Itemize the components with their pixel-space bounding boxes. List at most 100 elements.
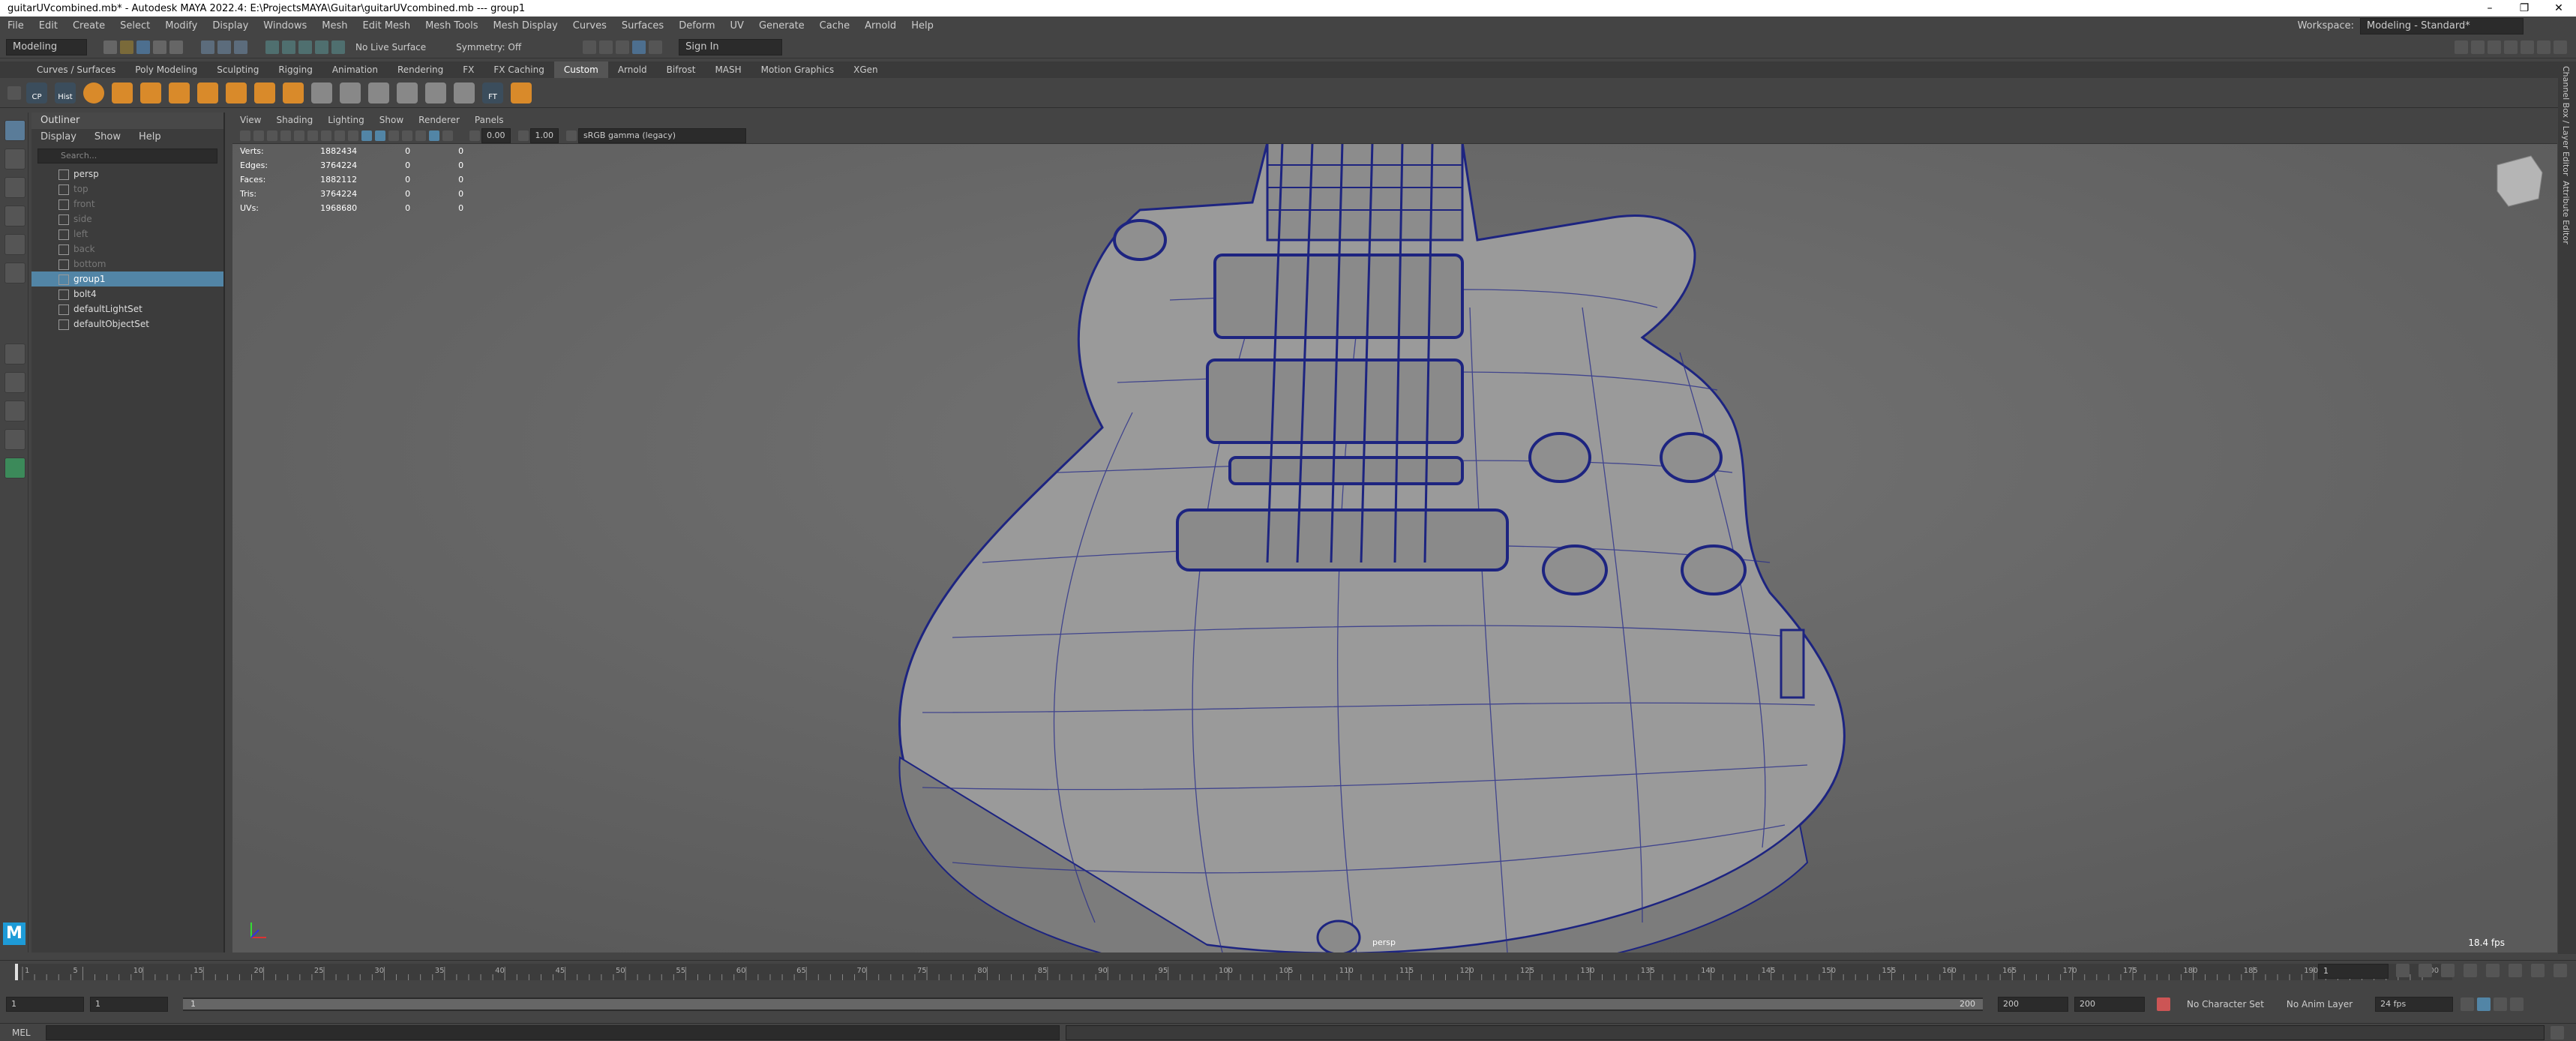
color-space-select[interactable]: sRGB gamma (legacy) (578, 128, 746, 143)
gamma-field[interactable]: 1.00 (529, 128, 559, 143)
single-view-icon[interactable] (4, 344, 25, 364)
wireframe-on-shaded-icon[interactable] (361, 130, 372, 141)
poly-cube-icon[interactable] (112, 82, 133, 104)
render-view-icon[interactable] (649, 40, 663, 54)
render-current-icon[interactable] (583, 40, 597, 54)
go-to-end-icon[interactable] (2554, 964, 2567, 977)
channel-box-tab[interactable]: Channel Box / Layer Editor (2561, 66, 2571, 176)
snap-curve-icon[interactable] (282, 40, 295, 54)
delete-history-button[interactable]: Hist (55, 82, 76, 104)
gate-mask-icon[interactable] (334, 130, 345, 141)
modeling-toolkit-icon[interactable] (2504, 40, 2518, 54)
start-time-field[interactable]: 1 (6, 997, 84, 1012)
outliner-item-persp[interactable]: persp (31, 166, 223, 182)
save-scene-icon[interactable] (136, 40, 150, 54)
snap-view-plane-icon[interactable] (315, 40, 328, 54)
xray-icon[interactable] (429, 130, 439, 141)
viewport-menu-view[interactable]: View (232, 112, 268, 128)
poly-cylinder-icon[interactable] (140, 82, 161, 104)
poly-plane-icon[interactable] (197, 82, 218, 104)
scale-tool-icon[interactable] (4, 262, 25, 284)
bevel-icon[interactable] (340, 82, 361, 104)
outliner-item-defaultlightset[interactable]: defaultLightSet (31, 302, 223, 316)
shelf-tab-curves-surfaces[interactable]: Curves / Surfaces (27, 62, 125, 78)
outliner-menu-help[interactable]: Help (130, 129, 170, 146)
poly-sphere-icon[interactable] (83, 82, 104, 104)
end-time-field[interactable]: 200 (2074, 997, 2145, 1012)
shadows-icon[interactable] (415, 130, 426, 141)
camera-attributes-icon[interactable] (253, 130, 264, 141)
use-lights-icon[interactable] (402, 130, 412, 141)
cp-button[interactable]: CP (26, 82, 47, 104)
anim-layer-select[interactable]: No Anim Layer (2287, 999, 2353, 1010)
separate-icon[interactable] (283, 82, 304, 104)
menu-curves[interactable]: Curves (565, 16, 614, 36)
hypershade-icon[interactable] (632, 40, 646, 54)
menu-edit-mesh[interactable]: Edit Mesh (355, 16, 418, 36)
shelf-tab-fx-caching[interactable]: FX Caching (484, 62, 553, 78)
redo-icon[interactable] (169, 40, 183, 54)
menu-generate[interactable]: Generate (751, 16, 812, 36)
shelf-tab-arnold[interactable]: Arnold (608, 62, 657, 78)
render-settings-icon[interactable] (616, 40, 630, 54)
command-language-toggle[interactable]: MEL (12, 1028, 31, 1038)
search-icon[interactable] (4, 458, 25, 478)
shelf-tab-mash[interactable]: MASH (705, 62, 751, 78)
sign-in-button[interactable]: Sign In (679, 38, 783, 56)
ipr-render-icon[interactable] (599, 40, 613, 54)
shelf-tab-fx[interactable]: FX (453, 62, 484, 78)
undo-icon[interactable] (153, 40, 166, 54)
menu-cache[interactable]: Cache (812, 16, 857, 36)
layout-four-icon[interactable] (2471, 40, 2485, 54)
film-gate-icon[interactable] (307, 130, 318, 141)
select-tool-icon[interactable] (4, 120, 25, 141)
play-backwards-icon[interactable] (2464, 964, 2477, 977)
open-scene-icon[interactable] (120, 40, 133, 54)
persp-outliner-icon[interactable] (4, 400, 25, 422)
script-editor-icon[interactable] (2550, 1025, 2564, 1040)
outliner-item-front[interactable]: front (31, 196, 223, 212)
outliner-item-group1[interactable]: group1 (31, 272, 223, 286)
exposure-icon[interactable] (469, 130, 480, 141)
animation-prefs-icon[interactable] (2510, 998, 2524, 1011)
maximize-icon[interactable]: ❐ (2507, 0, 2542, 16)
menu-create[interactable]: Create (65, 16, 112, 36)
menu-modify[interactable]: Modify (157, 16, 205, 36)
channel-box-icon[interactable] (2554, 40, 2567, 54)
viewport-menu-lighting[interactable]: Lighting (320, 112, 372, 128)
menu-select[interactable]: Select (112, 16, 157, 36)
playback-end-field[interactable]: 200 (1998, 997, 2068, 1012)
shelf-tab-sculpting[interactable]: Sculpting (207, 62, 268, 78)
layout-side-icon[interactable] (2488, 40, 2501, 54)
snap-point-icon[interactable] (298, 40, 312, 54)
viewport-menu-shading[interactable]: Shading (268, 112, 320, 128)
shelf-tab-rigging[interactable]: Rigging (268, 62, 322, 78)
loop-icon[interactable] (2461, 998, 2475, 1011)
menu-arnold[interactable]: Arnold (857, 16, 904, 36)
resolution-gate-icon[interactable] (321, 130, 331, 141)
attribute-editor-icon[interactable] (2521, 40, 2534, 54)
snap-grid-icon[interactable] (265, 40, 279, 54)
textured-icon[interactable] (388, 130, 399, 141)
viewport-menu-show[interactable]: Show (372, 112, 411, 128)
range-slider-bar[interactable]: 1 200 (183, 998, 1983, 1011)
attribute-editor-tab[interactable]: Attribute Editor (2561, 181, 2571, 244)
four-view-icon[interactable] (4, 372, 25, 393)
menu-uv[interactable]: UV (723, 16, 751, 36)
move-tool-icon[interactable] (4, 206, 25, 226)
minimize-icon[interactable]: – (2473, 0, 2507, 16)
bridge-icon[interactable] (368, 82, 389, 104)
symmetry-select[interactable]: Symmetry: Off (456, 42, 521, 52)
tool-settings-icon[interactable] (2537, 40, 2551, 54)
menu-windows[interactable]: Windows (256, 16, 314, 36)
menu-edit[interactable]: Edit (31, 16, 65, 36)
shelf-tab-animation[interactable]: Animation (322, 62, 388, 78)
smooth-shade-icon[interactable] (375, 130, 385, 141)
shelf-tab-custom[interactable]: Custom (553, 62, 608, 78)
bookmark-icon[interactable] (267, 130, 277, 141)
outliner-item-left[interactable]: left (31, 226, 223, 242)
menu-display[interactable]: Display (205, 16, 256, 36)
select-hierarchy-icon[interactable] (201, 40, 214, 54)
layout-single-icon[interactable] (2455, 40, 2468, 54)
exposure-field[interactable]: 0.00 (481, 128, 511, 143)
